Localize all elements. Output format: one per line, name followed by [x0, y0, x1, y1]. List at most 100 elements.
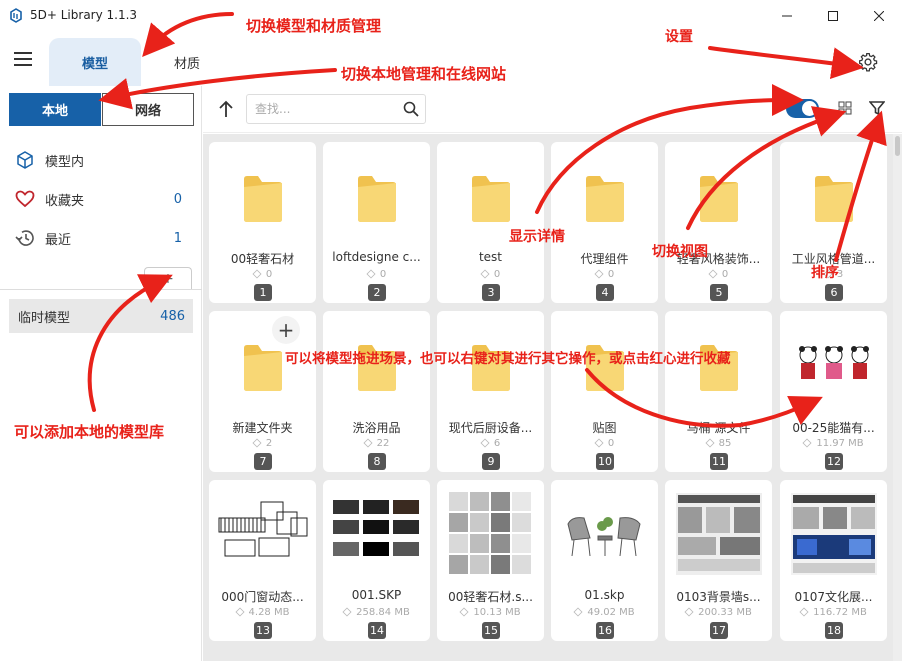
model-card[interactable]: 001.SKP 258.84 MB 14	[323, 480, 430, 641]
card-meta: 6	[437, 438, 544, 449]
model-card[interactable]: 0103背景墙s... 200.33 MB 17	[665, 480, 772, 641]
history-icon	[14, 227, 36, 249]
sidebar-item-label: 最近	[45, 232, 72, 248]
sidebar-item-recent[interactable]: 最近 1	[0, 223, 202, 253]
grid-view-icon[interactable]	[838, 101, 852, 115]
card-index-badge: 17	[710, 622, 728, 639]
card-index-badge: 3	[482, 284, 500, 301]
card-meta-value: 0	[721, 269, 729, 280]
card-meta: 0	[323, 269, 430, 280]
cube-icon	[802, 438, 812, 448]
card-meta: 10.13 MB	[437, 607, 544, 618]
card-name: test	[478, 250, 503, 264]
sidebar-item-temp-models[interactable]: 临时模型 486	[9, 299, 193, 333]
annotation-add-library: 可以添加本地的模型库	[14, 423, 165, 441]
card-meta: 4.28 MB	[209, 607, 316, 618]
maximize-button[interactable]	[810, 0, 856, 32]
card-meta: 0	[551, 269, 658, 280]
local-button[interactable]: 本地	[9, 93, 101, 126]
card-meta-value: 0	[607, 438, 615, 449]
cube-icon	[705, 438, 715, 448]
card-index-badge: 7	[254, 453, 272, 470]
details-toggle[interactable]	[786, 99, 819, 118]
annotation-sort: 排序	[811, 265, 839, 281]
menu-icon[interactable]	[14, 52, 32, 66]
folder-icon	[209, 142, 316, 250]
card-index-badge: 11	[710, 453, 728, 470]
model-card[interactable]: 01.skp 49.02 MB 16	[551, 480, 658, 641]
card-meta-value: 10.13 MB	[473, 607, 521, 618]
card-index-badge: 2	[368, 284, 386, 301]
card-name: 代理组件	[580, 252, 629, 266]
model-thumbnail	[209, 480, 316, 588]
web-button[interactable]: 网络	[102, 93, 194, 126]
card-name: 0103背景墙s...	[676, 590, 761, 604]
model-card[interactable]: 洗浴用品 22 8	[323, 311, 430, 472]
minimize-button[interactable]	[764, 0, 810, 32]
card-meta: 116.72 MB	[780, 607, 887, 618]
card-meta-value: 200.33 MB	[698, 607, 752, 618]
arrow-up-icon[interactable]	[218, 99, 234, 119]
window-title: 5D+ Library 1.1.3	[30, 8, 138, 22]
tab-models[interactable]: 模型	[49, 38, 141, 86]
model-card[interactable]: 00-25能猫有... 11.97 MB 12	[780, 311, 887, 472]
card-index-badge: 16	[596, 622, 614, 639]
sidebar-item-in-model[interactable]: 模型内	[0, 145, 202, 175]
model-card[interactable]: 代理组件 0 4	[551, 142, 658, 303]
cube-icon	[235, 607, 245, 617]
card-index-badge: 8	[368, 453, 386, 470]
cube-icon	[252, 438, 262, 448]
cube-icon	[799, 607, 809, 617]
sidebar-item-favorites[interactable]: 收藏夹 0	[0, 184, 202, 214]
card-name: 马桶 源文件	[686, 421, 751, 435]
add-library-button[interactable]: +	[144, 267, 192, 289]
sidebar-item-label: 临时模型	[18, 310, 71, 326]
add-to-scene-icon[interactable]: +	[272, 316, 300, 344]
sidebar-item-label: 模型内	[45, 154, 85, 170]
card-meta: 11.97 MB	[780, 438, 887, 449]
filter-icon[interactable]	[869, 100, 885, 116]
model-card[interactable]: 00轻奢石材.s... 10.13 MB 15	[437, 480, 544, 641]
annotation-switch-view: 切换视图	[652, 244, 708, 260]
cube-icon	[708, 269, 718, 279]
cube-icon	[459, 607, 469, 617]
card-meta-value: 22	[376, 438, 390, 449]
card-index-badge: 14	[368, 622, 386, 639]
card-index-badge: 4	[596, 284, 614, 301]
card-meta: 0	[551, 438, 658, 449]
card-meta: 49.02 MB	[551, 607, 658, 618]
annotation-switch-source: 切换本地管理和在线网站	[341, 65, 507, 83]
gear-icon[interactable]	[858, 52, 878, 72]
model-card[interactable]: 新建文件夹 2 7 +	[209, 311, 316, 472]
model-card[interactable]: 马桶 源文件 85 11	[665, 311, 772, 472]
search-input[interactable]	[255, 95, 395, 123]
card-name: 新建文件夹	[232, 421, 293, 435]
card-meta: 0	[665, 269, 772, 280]
card-index-badge: 13	[254, 622, 272, 639]
cube-icon	[573, 607, 583, 617]
tab-materials[interactable]: 材质	[141, 38, 233, 86]
model-card[interactable]: 000门窗动态... 4.28 MB 13	[209, 480, 316, 641]
model-card[interactable]: 贴图 0 10	[551, 311, 658, 472]
model-card[interactable]: test 0 3	[437, 142, 544, 303]
close-button[interactable]	[856, 0, 902, 32]
card-name: 00-25能猫有...	[792, 421, 875, 435]
sidebar: 本地 网络 模型内 收藏夹 0 最近 1 + 临时模型 486	[0, 86, 202, 661]
annotation-drag-hint: 可以将模型拖进场景，也可以右键对其进行其它操作，或点击红心进行收藏	[285, 351, 731, 367]
cube-icon	[366, 269, 376, 279]
model-thumbnail	[665, 480, 772, 588]
search-icon[interactable]	[403, 101, 419, 117]
card-meta-value: 2	[265, 438, 273, 449]
model-grid: 00轻奢石材 0 1 loftdesigne c... 0 2 test 0 3 代理组件 0 4 轻奢…	[203, 134, 902, 661]
card-index-badge: 18	[825, 622, 843, 639]
card-meta-value: 0	[493, 269, 501, 280]
scrollbar[interactable]	[893, 134, 902, 661]
model-card[interactable]: 0107文化展... 116.72 MB 18	[780, 480, 887, 641]
card-meta: 85	[665, 438, 772, 449]
model-card[interactable]: 轻奢风格装饰... 0 5	[665, 142, 772, 303]
folder-icon	[323, 142, 430, 250]
model-card[interactable]: 00轻奢石材 0 1	[209, 142, 316, 303]
card-name: loftdesigne c...	[332, 250, 421, 264]
model-card[interactable]: loftdesigne c... 0 2	[323, 142, 430, 303]
model-card[interactable]: 现代后厨设备... 6 9	[437, 311, 544, 472]
